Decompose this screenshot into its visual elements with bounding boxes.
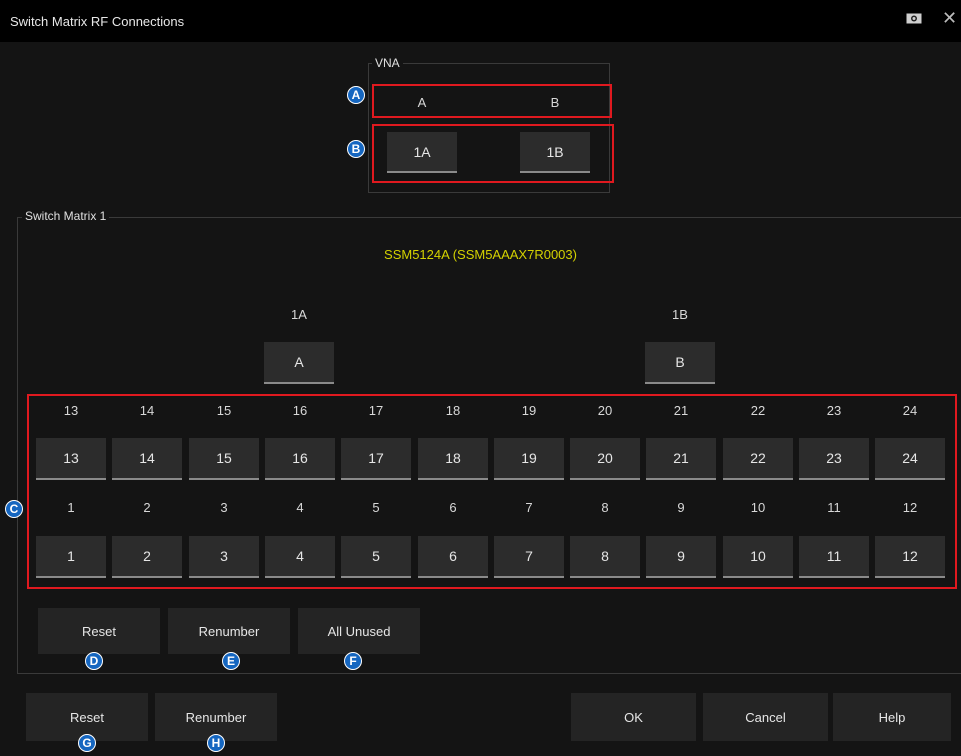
port-label-2: 2: [143, 500, 151, 515]
device-name: SSM5124A (SSM5AAAX7R0003): [384, 247, 577, 262]
port-button-10[interactable]: 10: [723, 536, 793, 578]
vna-legend: VNA: [372, 56, 403, 70]
vna-ports-highlight: [372, 84, 612, 118]
callout-c: C: [5, 500, 23, 518]
vna-port-1a-button[interactable]: 1A: [387, 132, 457, 173]
port-label-5: 5: [372, 500, 380, 515]
port-label-14: 14: [139, 403, 155, 418]
port-label-22: 22: [750, 403, 766, 418]
port-label-6: 6: [449, 500, 457, 515]
port-label-1: 1: [67, 500, 75, 515]
port-button-1[interactable]: 1: [36, 536, 106, 578]
port-button-22[interactable]: 22: [723, 438, 793, 480]
port-button-6[interactable]: 6: [418, 536, 488, 578]
port-label-21: 21: [673, 403, 689, 418]
port-label-16: 16: [292, 403, 308, 418]
port-button-16[interactable]: 16: [265, 438, 335, 480]
common-button-b[interactable]: B: [645, 342, 715, 384]
port-label-24: 24: [902, 403, 918, 418]
common-label-1b: 1B: [672, 307, 688, 322]
port-button-3[interactable]: 3: [189, 536, 259, 578]
port-button-2[interactable]: 2: [112, 536, 182, 578]
callout-g: G: [78, 734, 96, 752]
switch-matrix-legend: Switch Matrix 1: [22, 209, 110, 223]
matrix-reset-button[interactable]: Reset: [38, 608, 160, 654]
callout-e: E: [222, 652, 240, 670]
vna-port-a-label: A: [417, 95, 427, 110]
vna-port-b-label: B: [550, 95, 560, 110]
common-label-1a: 1A: [291, 307, 307, 322]
port-button-11[interactable]: 11: [799, 536, 869, 578]
callout-d: D: [85, 652, 103, 670]
port-button-24[interactable]: 24: [875, 438, 945, 480]
port-label-20: 20: [597, 403, 613, 418]
port-label-15: 15: [216, 403, 232, 418]
window-title: Switch Matrix RF Connections: [10, 14, 185, 29]
callout-a: A: [347, 86, 365, 104]
camera-icon[interactable]: [906, 12, 922, 24]
port-button-7[interactable]: 7: [494, 536, 564, 578]
callout-h: H: [207, 734, 225, 752]
port-label-18: 18: [445, 403, 461, 418]
port-label-23: 23: [826, 403, 842, 418]
port-button-19[interactable]: 19: [494, 438, 564, 480]
port-label-11: 11: [827, 500, 841, 515]
port-button-9[interactable]: 9: [646, 536, 716, 578]
matrix-renumber-button[interactable]: Renumber: [168, 608, 290, 654]
port-label-13: 13: [63, 403, 79, 418]
vna-port-1b-button[interactable]: 1B: [520, 132, 590, 173]
port-button-20[interactable]: 20: [570, 438, 640, 480]
callout-b: B: [347, 140, 365, 158]
port-label-12: 12: [902, 500, 918, 515]
port-button-14[interactable]: 14: [112, 438, 182, 480]
ok-button[interactable]: OK: [571, 693, 696, 741]
cancel-button[interactable]: Cancel: [703, 693, 828, 741]
port-button-15[interactable]: 15: [189, 438, 259, 480]
port-button-21[interactable]: 21: [646, 438, 716, 480]
port-label-9: 9: [677, 500, 685, 515]
port-label-7: 7: [525, 500, 533, 515]
port-label-19: 19: [521, 403, 537, 418]
port-label-3: 3: [220, 500, 228, 515]
port-label-4: 4: [296, 500, 304, 515]
port-label-10: 10: [750, 500, 766, 515]
callout-f: F: [344, 652, 362, 670]
close-icon[interactable]: ✕: [942, 8, 957, 29]
port-label-17: 17: [368, 403, 384, 418]
port-button-4[interactable]: 4: [265, 536, 335, 578]
port-button-12[interactable]: 12: [875, 536, 945, 578]
port-button-23[interactable]: 23: [799, 438, 869, 480]
port-button-17[interactable]: 17: [341, 438, 411, 480]
port-label-8: 8: [601, 500, 609, 515]
matrix-all-unused-button[interactable]: All Unused: [298, 608, 420, 654]
common-button-a[interactable]: A: [264, 342, 334, 384]
port-button-8[interactable]: 8: [570, 536, 640, 578]
port-button-5[interactable]: 5: [341, 536, 411, 578]
port-button-18[interactable]: 18: [418, 438, 488, 480]
help-button[interactable]: Help: [833, 693, 951, 741]
port-button-13[interactable]: 13: [36, 438, 106, 480]
